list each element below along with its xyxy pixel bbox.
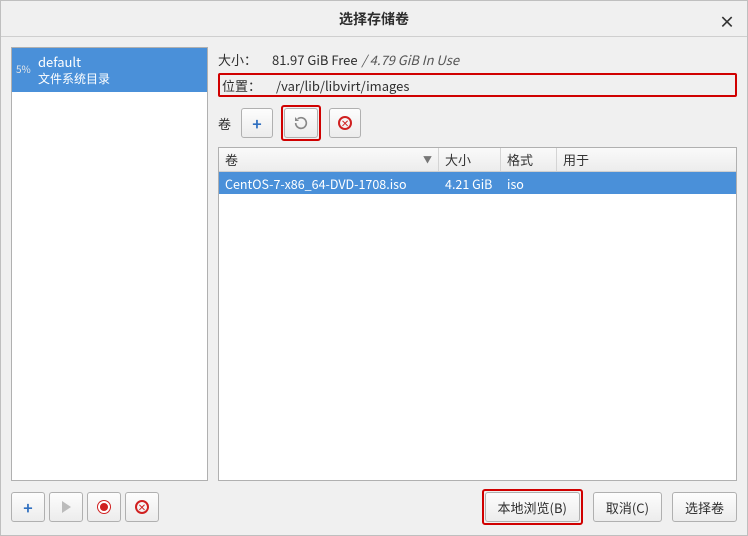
size-label: 大小： [218, 50, 272, 69]
pool-list[interactable]: 5% default 文件系统目录 [11, 47, 208, 481]
location-value: /var/lib/libvirt/images [276, 76, 409, 95]
delete-icon: ✕ [135, 500, 149, 514]
refresh-icon [293, 115, 309, 131]
volume-table: 卷 ▼ 大小 格式 用于 CentOS-7-x86_64-DVD-1708.is… [218, 147, 737, 481]
cell-size: 4.21 GiB [439, 174, 501, 193]
col-size[interactable]: 大小 [439, 148, 501, 171]
volume-toolbar: 卷 + ✕ [218, 105, 737, 141]
cell-format: iso [501, 174, 557, 193]
add-volume-button[interactable]: + [241, 108, 273, 138]
pool-name: default [38, 54, 201, 71]
delete-pool-button[interactable]: ✕ [125, 492, 159, 522]
main-panel: 大小： 81.97 GiB Free / 4.79 GiB In Use 位置：… [218, 47, 737, 481]
plus-icon: + [252, 111, 261, 135]
plus-icon: + [23, 495, 32, 519]
location-row: 位置： /var/lib/libvirt/images [218, 73, 737, 97]
cell-name: CentOS-7-x86_64-DVD-1708.iso [219, 174, 439, 193]
refresh-button[interactable] [284, 108, 318, 138]
size-inuse: / 4.79 GiB In Use [362, 50, 459, 69]
window-title: 选择存储卷 [339, 9, 409, 29]
start-pool-button[interactable] [49, 492, 83, 522]
play-icon [62, 501, 71, 513]
table-row[interactable]: CentOS-7-x86_64-DVD-1708.iso 4.21 GiB is… [219, 172, 736, 194]
col-used[interactable]: 用于 [557, 148, 736, 171]
browse-highlight: 本地浏览(B) [482, 489, 583, 525]
delete-volume-button[interactable]: ✕ [329, 108, 361, 138]
close-icon[interactable]: × [719, 9, 735, 33]
storage-volume-dialog: 选择存储卷 × 5% default 文件系统目录 大小： 81.97 GiB … [0, 0, 748, 536]
browse-local-button[interactable]: 本地浏览(B) [485, 492, 580, 522]
stop-pool-button[interactable] [87, 492, 121, 522]
cancel-button[interactable]: 取消(C) [593, 492, 662, 522]
pool-toolbar: + ✕ [11, 492, 159, 522]
delete-icon: ✕ [338, 116, 352, 130]
pool-usage-percent: 5% [16, 62, 31, 75]
dialog-buttons: 本地浏览(B) 取消(C) 选择卷 [482, 489, 737, 525]
titlebar: 选择存储卷 × [1, 1, 747, 37]
choose-volume-button[interactable]: 选择卷 [672, 492, 737, 522]
size-row: 大小： 81.97 GiB Free / 4.79 GiB In Use [218, 47, 737, 71]
col-name[interactable]: 卷 ▼ [219, 148, 439, 171]
refresh-highlight [281, 105, 321, 141]
table-header: 卷 ▼ 大小 格式 用于 [219, 148, 736, 172]
footer: + ✕ 本地浏览(B) 取消(C) 选择卷 [1, 483, 747, 535]
pool-type: 文件系统目录 [38, 71, 201, 87]
content-area: 5% default 文件系统目录 大小： 81.97 GiB Free / 4… [1, 37, 747, 483]
sort-indicator-icon: ▼ [423, 153, 432, 166]
record-icon [98, 501, 110, 513]
volume-label: 卷 [218, 114, 231, 133]
pool-item-default[interactable]: 5% default 文件系统目录 [12, 48, 207, 92]
location-label: 位置： [222, 76, 276, 95]
col-format[interactable]: 格式 [501, 148, 557, 171]
size-free: 81.97 GiB Free [272, 50, 358, 69]
add-pool-button[interactable]: + [11, 492, 45, 522]
